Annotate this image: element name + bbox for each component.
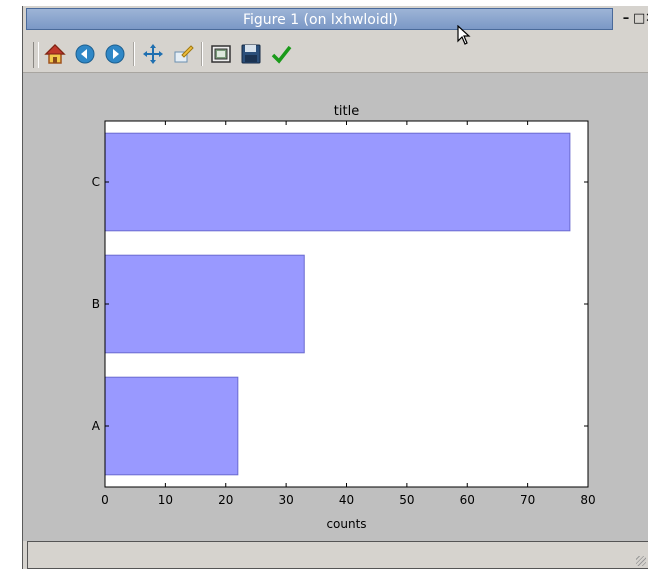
x-tick-label: 20 [218, 493, 233, 507]
bar-A [104, 376, 239, 476]
mouse-cursor-icon [457, 25, 471, 45]
chart-title: title [334, 104, 359, 119]
figure-canvas[interactable]: A B C 0 10 20 30 40 50 60 70 80 title counts [23, 73, 648, 541]
x-axis-label: counts [326, 517, 366, 531]
forward-arrow-icon [105, 44, 125, 64]
floppy-save-icon [241, 44, 261, 64]
resize-grip[interactable] [636, 556, 646, 566]
x-tick-label: 40 [339, 493, 354, 507]
y-tick-label: C [92, 175, 100, 189]
navigation-toolbar [23, 36, 648, 73]
title-bar-active[interactable]: Figure 1 (on lxhwloidl) [26, 8, 613, 30]
zoom-button[interactable] [171, 42, 195, 66]
x-tick-label: 50 [399, 493, 414, 507]
zoom-rect-icon [174, 45, 194, 63]
y-tick-label: A [92, 419, 101, 433]
title-bar[interactable]: Figure 1 (on lxhwloidl) – □ ✕ [23, 6, 648, 32]
y-tick-label: B [92, 297, 100, 311]
minimize-button[interactable]: – [621, 10, 631, 28]
toolbar-separator [201, 42, 203, 66]
toolbar-separator [133, 42, 135, 66]
maximize-button[interactable]: □ [633, 10, 645, 28]
x-tick-label: 0 [101, 493, 109, 507]
configure-subplots-button[interactable] [209, 42, 233, 66]
home-icon [44, 43, 66, 64]
window-controls: – □ ✕ [621, 10, 648, 28]
bar-chart: A B C 0 10 20 30 40 50 60 70 80 title counts [92, 104, 596, 531]
x-tick-label: 60 [460, 493, 475, 507]
x-tick-label: 30 [278, 493, 293, 507]
x-tick-label: 10 [158, 493, 173, 507]
toolbar-handle[interactable] [33, 42, 39, 68]
edit-parameters-button[interactable] [269, 42, 293, 66]
status-bar [27, 541, 648, 569]
home-button[interactable] [43, 42, 67, 66]
subplots-icon [211, 45, 231, 63]
forward-button[interactable] [103, 42, 127, 66]
x-tick-label: 70 [520, 493, 535, 507]
desktop-edge [0, 0, 22, 569]
checkmark-icon [271, 45, 292, 64]
bar-C [104, 132, 571, 232]
back-button[interactable] [73, 42, 97, 66]
window-title: Figure 1 (on lxhwloidl) [243, 12, 398, 28]
pan-button[interactable] [141, 42, 165, 66]
back-arrow-icon [75, 44, 95, 64]
x-tick-label: 80 [580, 493, 595, 507]
pan-move-icon [143, 44, 163, 64]
bar-B [104, 254, 305, 354]
save-button[interactable] [239, 42, 263, 66]
figure-window: Figure 1 (on lxhwloidl) – □ ✕ [22, 6, 648, 569]
